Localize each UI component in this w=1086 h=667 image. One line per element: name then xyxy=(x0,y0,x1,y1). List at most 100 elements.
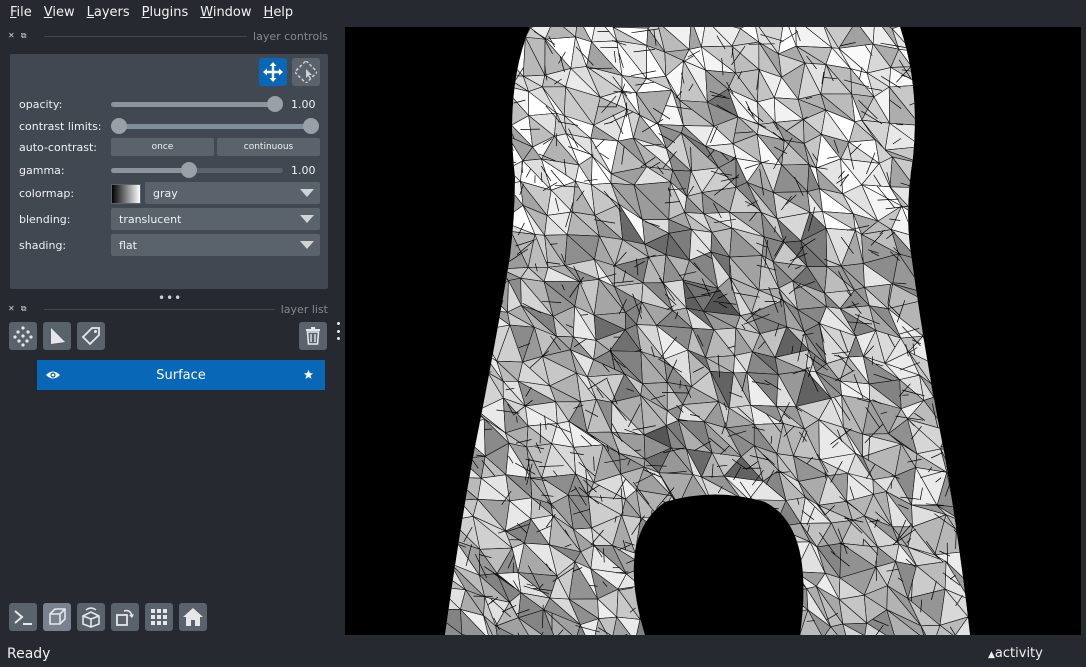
close-panel-icon[interactable]: ✕ xyxy=(8,304,15,314)
mesh-facet xyxy=(940,227,964,268)
float-panel-icon[interactable]: ⧉ xyxy=(21,304,27,314)
mesh-facet xyxy=(964,322,970,349)
new-shapes-layer-button[interactable] xyxy=(43,322,71,350)
mesh-edge xyxy=(948,363,954,371)
mesh-facet xyxy=(921,135,942,174)
mesh-facet xyxy=(965,27,970,53)
gamma-slider-handle[interactable] xyxy=(181,162,197,178)
mesh-facet xyxy=(445,458,453,485)
mesh-facet xyxy=(942,275,956,315)
mesh-facet xyxy=(933,134,968,175)
mesh-facet xyxy=(952,351,970,386)
grid-icon xyxy=(151,609,167,625)
points-icon xyxy=(13,326,33,347)
mesh-facet xyxy=(945,261,970,278)
auto-contrast-continuous-button[interactable]: continuous xyxy=(217,138,320,156)
contrast-min-handle[interactable] xyxy=(111,118,127,134)
mesh-facet xyxy=(923,291,943,315)
mesh-facet xyxy=(445,520,457,542)
mesh-facet xyxy=(931,90,962,112)
blending-dropdown[interactable]: translucent xyxy=(111,208,320,230)
gamma-slider[interactable] xyxy=(111,160,283,180)
menu-plugins[interactable]: Plugins xyxy=(136,5,195,20)
mesh-facet xyxy=(955,46,970,77)
grid-view-button[interactable] xyxy=(145,603,173,631)
toggle-ndisplay-button[interactable] xyxy=(43,603,71,631)
transpose-dimensions-button[interactable] xyxy=(111,603,139,631)
float-panel-icon[interactable]: ⧉ xyxy=(21,31,27,41)
mesh-facet xyxy=(457,92,483,115)
layer-name[interactable]: Surface xyxy=(37,368,325,383)
trash-icon xyxy=(306,327,320,345)
mesh-facet xyxy=(449,64,475,102)
new-labels-layer-button[interactable] xyxy=(77,322,105,350)
mesh-facet xyxy=(445,394,458,432)
colormap-dropdown[interactable]: gray xyxy=(145,182,320,204)
close-panel-icon[interactable]: ✕ xyxy=(8,31,15,41)
mesh-edge xyxy=(953,385,966,388)
pan-zoom-button[interactable] xyxy=(259,58,287,86)
more-options-icon[interactable] xyxy=(336,322,340,340)
mesh-edge xyxy=(964,304,970,312)
opacity-value: 1.00 xyxy=(291,97,316,111)
menu-view[interactable]: View xyxy=(38,5,81,20)
mesh-facet xyxy=(456,418,486,457)
menu-help[interactable]: Help xyxy=(258,5,300,20)
reset-view-button[interactable] xyxy=(179,603,207,631)
menu-file[interactable]: File xyxy=(4,5,38,20)
contrast-limits-slider[interactable] xyxy=(111,116,319,136)
new-points-layer-button[interactable] xyxy=(9,322,37,350)
mesh-facet xyxy=(454,329,483,352)
mesh-edge xyxy=(942,182,961,185)
opacity-slider-handle[interactable] xyxy=(267,96,283,112)
mesh-facet xyxy=(931,69,963,94)
mesh-facet xyxy=(445,206,453,244)
mesh-facet xyxy=(487,280,509,313)
mesh-edge xyxy=(458,216,464,236)
mesh-edge xyxy=(948,58,970,65)
mesh-facet xyxy=(939,110,966,150)
mesh-facet xyxy=(480,144,509,170)
mesh-edge xyxy=(458,49,475,54)
mesh-facet xyxy=(921,27,949,46)
mesh-edge xyxy=(468,174,489,184)
mesh-edge xyxy=(960,308,970,333)
console-button[interactable] xyxy=(9,603,37,631)
mesh-edge xyxy=(493,108,498,123)
mesh-edge xyxy=(936,213,947,226)
mesh-edge xyxy=(937,334,949,341)
mesh-facet xyxy=(920,84,941,126)
mesh-facet xyxy=(941,169,970,182)
opacity-slider[interactable] xyxy=(111,94,283,114)
viewer-canvas[interactable] xyxy=(345,27,1081,635)
rotate-square-icon xyxy=(116,609,134,626)
mesh-facet xyxy=(445,430,461,460)
contrast-limits-row: contrast limits: xyxy=(19,116,319,136)
contrast-max-handle[interactable] xyxy=(303,118,319,134)
mesh-facet xyxy=(956,90,970,126)
auto-contrast-once-button[interactable]: once xyxy=(111,138,214,156)
mesh-facet xyxy=(964,148,970,171)
mesh-edge xyxy=(476,36,497,49)
shading-dropdown[interactable]: flat xyxy=(111,234,320,256)
chevron-down-icon xyxy=(300,215,314,223)
mesh-facet xyxy=(445,499,460,521)
mesh-facet xyxy=(445,275,463,305)
mesh-edge xyxy=(975,597,997,607)
activity-button[interactable]: ▲activity xyxy=(988,646,1043,661)
mesh-facet xyxy=(449,194,489,219)
mesh-facet xyxy=(473,43,504,76)
mesh-facet xyxy=(952,336,970,354)
transform-button[interactable] xyxy=(292,58,320,86)
delete-layer-button[interactable] xyxy=(299,322,327,350)
mesh-edge xyxy=(460,214,483,230)
mesh-facet xyxy=(445,503,452,524)
menu-window[interactable]: Window xyxy=(194,5,257,20)
mesh-edge xyxy=(463,388,465,400)
menu-layers[interactable]: Layers xyxy=(81,5,136,20)
layer-item-surface[interactable]: Surface xyxy=(37,360,325,390)
mesh-facet xyxy=(938,336,967,354)
roll-dimensions-button[interactable] xyxy=(77,603,105,631)
mesh-edge xyxy=(493,292,503,297)
colormap-preview xyxy=(111,184,141,204)
